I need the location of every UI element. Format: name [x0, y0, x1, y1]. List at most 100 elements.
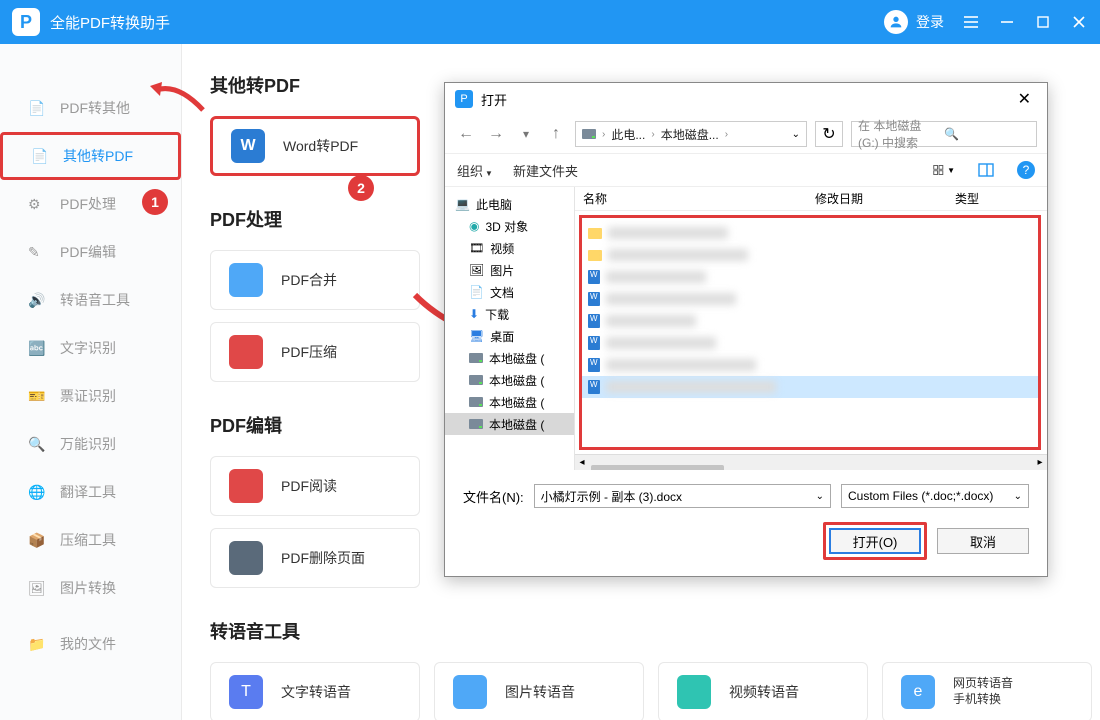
help-button[interactable]: ? — [1017, 161, 1035, 179]
video-icon: 🎞 — [469, 241, 484, 255]
card-pdf-compress[interactable]: PDF压缩 — [210, 322, 420, 382]
translate-icon: 🌐 — [28, 484, 48, 500]
tree-drive-3[interactable]: 本地磁盘 ( — [445, 391, 574, 413]
sidebar-item-myfiles[interactable]: 📁我的文件 — [0, 620, 181, 668]
process-icon: ⚙ — [28, 196, 48, 212]
nav-up-button[interactable]: ↑ — [545, 125, 567, 143]
card-pdf-merge[interactable]: PDF合并 — [210, 250, 420, 310]
search-icon: 🔍 — [944, 127, 1030, 141]
nav-recent-button[interactable]: ▾ — [515, 127, 537, 141]
tree-downloads[interactable]: ⬇下载 — [445, 303, 574, 325]
file-row[interactable] — [582, 266, 1038, 288]
tree-drive-2[interactable]: 本地磁盘 ( — [445, 369, 574, 391]
desktop-icon: 🖥 — [469, 329, 484, 343]
read-icon — [229, 469, 263, 503]
dialog-close-button[interactable]: ✕ — [1012, 89, 1037, 109]
preview-pane-button[interactable] — [975, 159, 997, 181]
tree-videos[interactable]: 🎞视频 — [445, 237, 574, 259]
tree-desktop[interactable]: 🖥桌面 — [445, 325, 574, 347]
card-pdf-read[interactable]: PDF阅读 — [210, 456, 420, 516]
file-row[interactable] — [582, 222, 1038, 244]
open-button[interactable]: 打开(O) — [829, 528, 921, 554]
sidebar-item-pdf-to-other[interactable]: 📄PDF转其他 — [0, 84, 181, 132]
file-row[interactable] — [582, 332, 1038, 354]
card-web-tts[interactable]: e 网页转语音 手机转换 — [882, 662, 1092, 720]
file-row[interactable] — [582, 244, 1038, 266]
dialog-footer: 文件名(N): 小橘灯示例 - 副本 (3).docx⌄ Custom File… — [445, 470, 1047, 576]
section-title-4: 转语音工具 — [210, 618, 1100, 644]
tree-3d[interactable]: ◉3D 对象 — [445, 215, 574, 237]
file-row[interactable] — [582, 354, 1038, 376]
col-date[interactable]: 修改日期 — [815, 190, 955, 207]
login-button[interactable]: 登录 — [884, 10, 944, 34]
search-input[interactable]: 在 本地磁盘 (G:) 中搜索 🔍 — [851, 121, 1037, 147]
tree-documents[interactable]: 📄文档 — [445, 281, 574, 303]
sidebar-item-image[interactable]: 🖼图片转换 — [0, 564, 181, 612]
scan-icon: 🔍 — [28, 436, 48, 452]
drive-icon — [469, 397, 483, 407]
sidebar-item-ocr[interactable]: 🔤文字识别 — [0, 324, 181, 372]
tree-this-pc[interactable]: 💻此电脑 — [445, 193, 574, 215]
ticket-icon: 🎫 — [28, 388, 48, 404]
file-row[interactable] — [582, 288, 1038, 310]
tree-drive-1[interactable]: 本地磁盘 ( — [445, 347, 574, 369]
video-tts-icon — [677, 675, 711, 709]
file-list-body — [579, 215, 1041, 450]
drive-icon — [582, 129, 596, 139]
filename-input[interactable]: 小橘灯示例 - 副本 (3).docx⌄ — [534, 484, 831, 508]
col-type[interactable]: 类型 — [955, 190, 1047, 207]
sidebar: 📄PDF转其他 📄其他转PDF ⚙PDF处理 ✎PDF编辑 🔊转语音工具 🔤文字… — [0, 44, 182, 720]
nav-forward-button[interactable]: → — [485, 125, 507, 143]
card-video-tts[interactable]: 视频转语音 — [658, 662, 868, 720]
horizontal-scrollbar[interactable]: ◂▸ — [575, 454, 1047, 470]
cancel-button[interactable]: 取消 — [937, 528, 1029, 554]
compress-icon — [229, 335, 263, 369]
3d-icon: ◉ — [469, 219, 479, 233]
image-tts-icon — [453, 675, 487, 709]
card-text-tts[interactable]: T 文字转语音 — [210, 662, 420, 720]
path-breadcrumb[interactable]: › 此电... › 本地磁盘... › ⌄ — [575, 121, 807, 147]
menu-icon[interactable] — [962, 13, 980, 31]
text-icon: 🔤 — [28, 340, 48, 356]
word-doc-icon — [588, 336, 600, 350]
sidebar-item-tts[interactable]: 🔊转语音工具 — [0, 276, 181, 324]
folder-icon — [588, 250, 602, 261]
sidebar-item-pdf-edit[interactable]: ✎PDF编辑 — [0, 228, 181, 276]
sidebar-item-compress[interactable]: 📦压缩工具 — [0, 516, 181, 564]
tree-drive-4[interactable]: 本地磁盘 ( — [445, 413, 574, 435]
image-icon: 🖼 — [28, 580, 48, 596]
new-folder-button[interactable]: 新建文件夹 — [513, 161, 578, 180]
card-word-to-pdf[interactable]: W Word转PDF — [210, 116, 420, 176]
refresh-button[interactable]: ↻ — [815, 121, 843, 147]
file-list-header: 名称 修改日期 类型 — [575, 187, 1047, 211]
maximize-icon[interactable] — [1034, 13, 1052, 31]
dialog-nav: ← → ▾ ↑ › 此电... › 本地磁盘... › ⌄ ↻ 在 本地磁盘 (… — [445, 115, 1047, 153]
view-mode-button[interactable]: ▼ — [933, 159, 955, 181]
sidebar-item-other-to-pdf[interactable]: 📄其他转PDF — [0, 132, 181, 180]
document-icon: 📄 — [469, 285, 484, 299]
sidebar-item-universal[interactable]: 🔍万能识别 — [0, 420, 181, 468]
word-icon: W — [231, 129, 265, 163]
open-button-highlight: 打开(O) — [823, 522, 927, 560]
card-pdf-delete-page[interactable]: PDF删除页面 — [210, 528, 420, 588]
file-row[interactable] — [582, 310, 1038, 332]
sidebar-item-translate[interactable]: 🌐翻译工具 — [0, 468, 181, 516]
card-image-tts[interactable]: 图片转语音 — [434, 662, 644, 720]
sidebar-item-ticket[interactable]: 🎫票证识别 — [0, 372, 181, 420]
nav-back-button[interactable]: ← — [455, 125, 477, 143]
tree-pictures[interactable]: 🖼图片 — [445, 259, 574, 281]
organize-button[interactable]: 组织▼ — [457, 161, 493, 180]
file-row-selected[interactable] — [582, 376, 1038, 398]
drive-icon — [469, 419, 483, 429]
app-logo-icon: P — [12, 8, 40, 36]
word-doc-icon — [588, 314, 600, 328]
word-doc-icon — [588, 358, 600, 372]
pdf-icon: 📄 — [28, 100, 48, 116]
path-dropdown-icon[interactable]: ⌄ — [792, 129, 800, 140]
compress-icon: 📦 — [28, 532, 48, 548]
close-icon[interactable] — [1070, 13, 1088, 31]
col-name[interactable]: 名称 — [575, 190, 815, 207]
filetype-filter[interactable]: Custom Files (*.doc;*.docx)⌄ — [841, 484, 1029, 508]
file-list: 名称 修改日期 类型 ◂▸ — [575, 187, 1047, 470]
minimize-icon[interactable] — [998, 13, 1016, 31]
